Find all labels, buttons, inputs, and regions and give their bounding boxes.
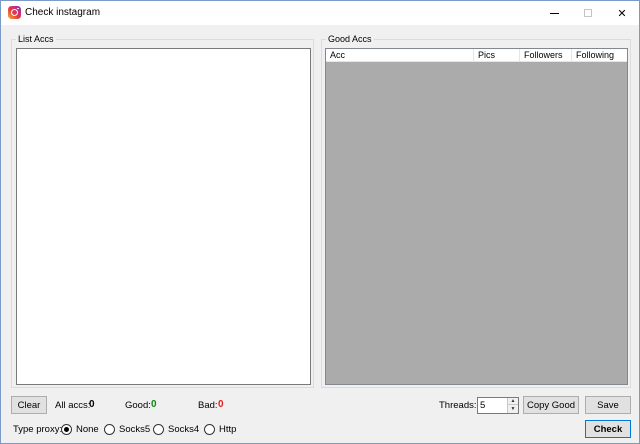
radio-label: Socks5	[119, 423, 151, 435]
instagram-icon	[8, 6, 21, 19]
maximize-icon	[584, 9, 592, 17]
proxy-radio-http[interactable]: Http	[204, 422, 236, 436]
maximize-button[interactable]	[571, 1, 605, 25]
radio-label: Socks4	[168, 423, 200, 435]
radio-label: None	[76, 423, 99, 435]
radio-checked-icon[interactable]	[61, 423, 72, 435]
save-button[interactable]: Save	[585, 396, 631, 414]
proxy-radio-socks4[interactable]: Socks4	[153, 422, 199, 436]
minimize-icon	[549, 12, 559, 14]
good-label: Good:	[125, 400, 151, 411]
window-title: Check instagram	[25, 7, 101, 18]
radio-unchecked-icon[interactable]	[153, 423, 164, 435]
column-header-following[interactable]: Following	[572, 49, 626, 62]
all-accs-label: All accs:	[55, 400, 91, 411]
column-header-acc[interactable]: Acc	[326, 49, 474, 62]
threads-value[interactable]: 5	[480, 400, 485, 411]
stepper-down-icon[interactable]: ▼	[508, 405, 518, 412]
threads-stepper[interactable]: 5 ▲ ▼	[477, 397, 519, 414]
stepper-arrows: ▲ ▼	[507, 398, 518, 413]
close-button[interactable]: ✕	[605, 1, 639, 25]
proxy-radio-socks5[interactable]: Socks5	[104, 422, 150, 436]
proxy-radio-none[interactable]: None	[61, 422, 99, 436]
check-button[interactable]: Check	[585, 420, 631, 438]
list-accs-group: List Accs	[11, 34, 314, 388]
copy-good-button[interactable]: Copy Good	[523, 396, 579, 414]
title-bar: Check instagram ✕	[1, 1, 639, 25]
listview-header: Acc Pics Followers Following	[326, 49, 627, 62]
all-accs-value: 0	[89, 399, 95, 410]
close-icon: ✕	[617, 7, 627, 20]
threads-label: Threads:	[439, 400, 477, 411]
minimize-button[interactable]	[537, 1, 571, 25]
good-accs-listview[interactable]: Acc Pics Followers Following	[325, 48, 628, 385]
radio-unchecked-icon[interactable]	[204, 423, 215, 435]
good-accs-legend: Good Accs	[326, 34, 374, 44]
clear-button[interactable]: Clear	[11, 396, 47, 414]
column-header-pics[interactable]: Pics	[474, 49, 520, 62]
type-proxy-label: Type proxy:	[13, 424, 63, 435]
list-accs-legend: List Accs	[16, 34, 56, 44]
radio-label: Http	[219, 423, 237, 435]
good-value: 0	[151, 399, 157, 410]
stepper-up-icon[interactable]: ▲	[508, 398, 518, 405]
good-accs-group: Good Accs Acc Pics Followers Following	[321, 34, 631, 388]
bad-value: 0	[218, 399, 224, 410]
main-window: Check instagram ✕ List Accs Good Accs Ac…	[0, 0, 640, 444]
radio-unchecked-icon[interactable]	[104, 423, 115, 435]
bad-label: Bad:	[198, 400, 218, 411]
accounts-textarea[interactable]	[16, 48, 311, 385]
column-header-followers[interactable]: Followers	[520, 49, 572, 62]
